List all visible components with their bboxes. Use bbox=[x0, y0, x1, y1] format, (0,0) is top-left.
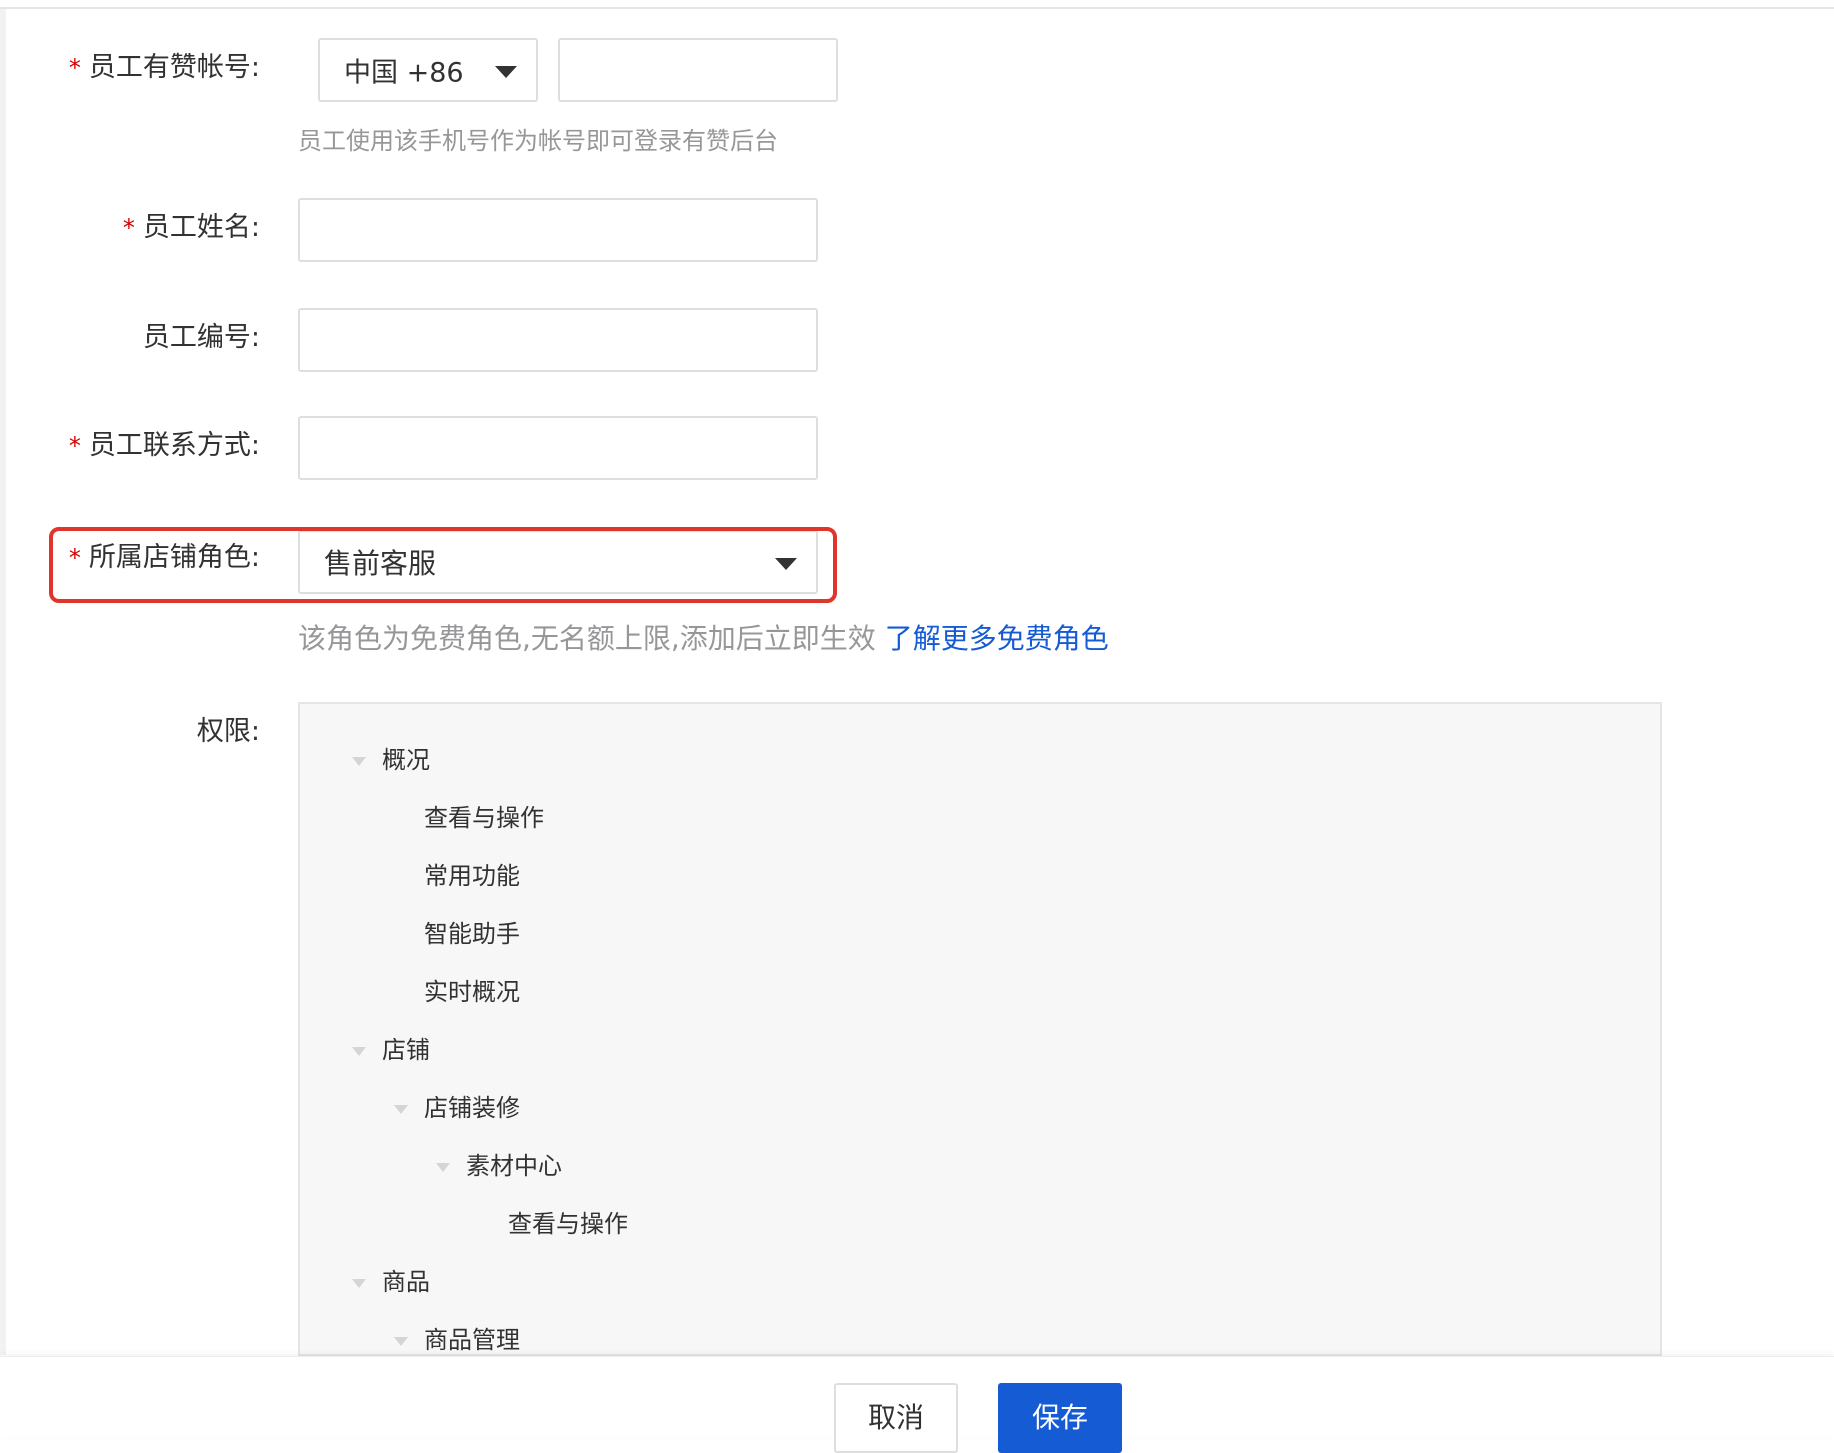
permissions-label: 权限: bbox=[196, 716, 260, 747]
permission-node-label: 概况 bbox=[382, 746, 430, 774]
tree-expand-arrow-icon[interactable] bbox=[352, 1279, 366, 1288]
permission-tree-node[interactable]: 商品 bbox=[382, 1267, 430, 1297]
phone-input[interactable] bbox=[558, 38, 838, 102]
top-divider bbox=[0, 7, 1834, 9]
tree-expand-arrow-icon[interactable] bbox=[352, 757, 366, 766]
highlight-annotation bbox=[49, 527, 837, 603]
permission-node-label: 智能助手 bbox=[424, 920, 520, 948]
role-help-text: 该角色为免费角色,无名额上限,添加后立即生效 bbox=[298, 622, 876, 655]
permission-tree-node[interactable]: 查看与操作 bbox=[424, 803, 544, 833]
country-code-value: 中国 +86 bbox=[344, 57, 464, 89]
permission-node-label: 店铺装修 bbox=[424, 1094, 520, 1122]
permission-node-label: 素材中心 bbox=[466, 1152, 562, 1180]
permission-node-label: 商品管理 bbox=[424, 1326, 520, 1354]
permissions-tree-panel: 概况 查看与操作 常用功能 智能助手 实时概况 店铺 店铺装修 素材中心 查看与操作 商品 商品管理 bbox=[298, 702, 1662, 1356]
tree-expand-arrow-icon[interactable] bbox=[394, 1105, 408, 1114]
permission-tree-node[interactable]: 店铺 bbox=[382, 1035, 430, 1065]
save-button[interactable]: 保存 bbox=[998, 1383, 1122, 1453]
tree-expand-arrow-icon[interactable] bbox=[436, 1163, 450, 1172]
chevron-down-icon bbox=[495, 66, 517, 78]
account-help-text: 员工使用该手机号作为帐号即可登录有赞后台 bbox=[298, 127, 778, 155]
permission-node-label: 查看与操作 bbox=[508, 1210, 628, 1238]
cancel-button[interactable]: 取消 bbox=[834, 1383, 958, 1453]
name-input[interactable] bbox=[298, 198, 818, 262]
permission-tree-node[interactable]: 商品管理 bbox=[424, 1325, 520, 1354]
required-mark: * bbox=[68, 432, 81, 460]
permission-node-label: 商品 bbox=[382, 1268, 430, 1296]
number-input[interactable] bbox=[298, 308, 818, 372]
account-label: * 员工有赞帐号: bbox=[68, 52, 260, 83]
tree-expand-arrow-icon[interactable] bbox=[394, 1337, 408, 1346]
name-label: * 员工姓名: bbox=[122, 212, 260, 243]
contact-label: * 员工联系方式: bbox=[68, 430, 260, 461]
permission-tree-node[interactable]: 概况 bbox=[382, 745, 430, 775]
left-edge bbox=[0, 9, 6, 1355]
permission-tree-node[interactable]: 智能助手 bbox=[424, 919, 520, 949]
tree-expand-arrow-icon[interactable] bbox=[352, 1047, 366, 1056]
permission-node-label: 店铺 bbox=[382, 1036, 430, 1064]
permission-tree-node[interactable]: 查看与操作 bbox=[508, 1209, 628, 1239]
permission-tree-node[interactable]: 常用功能 bbox=[424, 861, 520, 891]
permission-tree-node[interactable]: 店铺装修 bbox=[424, 1093, 520, 1123]
number-label: 员工编号: bbox=[142, 322, 260, 353]
permission-tree-node[interactable]: 实时概况 bbox=[424, 977, 520, 1007]
permission-node-label: 实时概况 bbox=[424, 978, 520, 1006]
role-help: 该角色为免费角色,无名额上限,添加后立即生效 了解更多免费角色 bbox=[298, 617, 1109, 657]
required-mark: * bbox=[68, 54, 81, 82]
required-mark: * bbox=[122, 214, 135, 242]
footer-bar: 取消 保存 bbox=[0, 1356, 1834, 1453]
permission-node-label: 查看与操作 bbox=[424, 804, 544, 832]
permission-tree-node[interactable]: 素材中心 bbox=[466, 1151, 562, 1181]
permission-node-label: 常用功能 bbox=[424, 862, 520, 890]
learn-more-free-roles-link[interactable]: 了解更多免费角色 bbox=[885, 622, 1109, 655]
contact-input[interactable] bbox=[298, 416, 818, 480]
country-code-select[interactable]: 中国 +86 bbox=[318, 38, 538, 102]
